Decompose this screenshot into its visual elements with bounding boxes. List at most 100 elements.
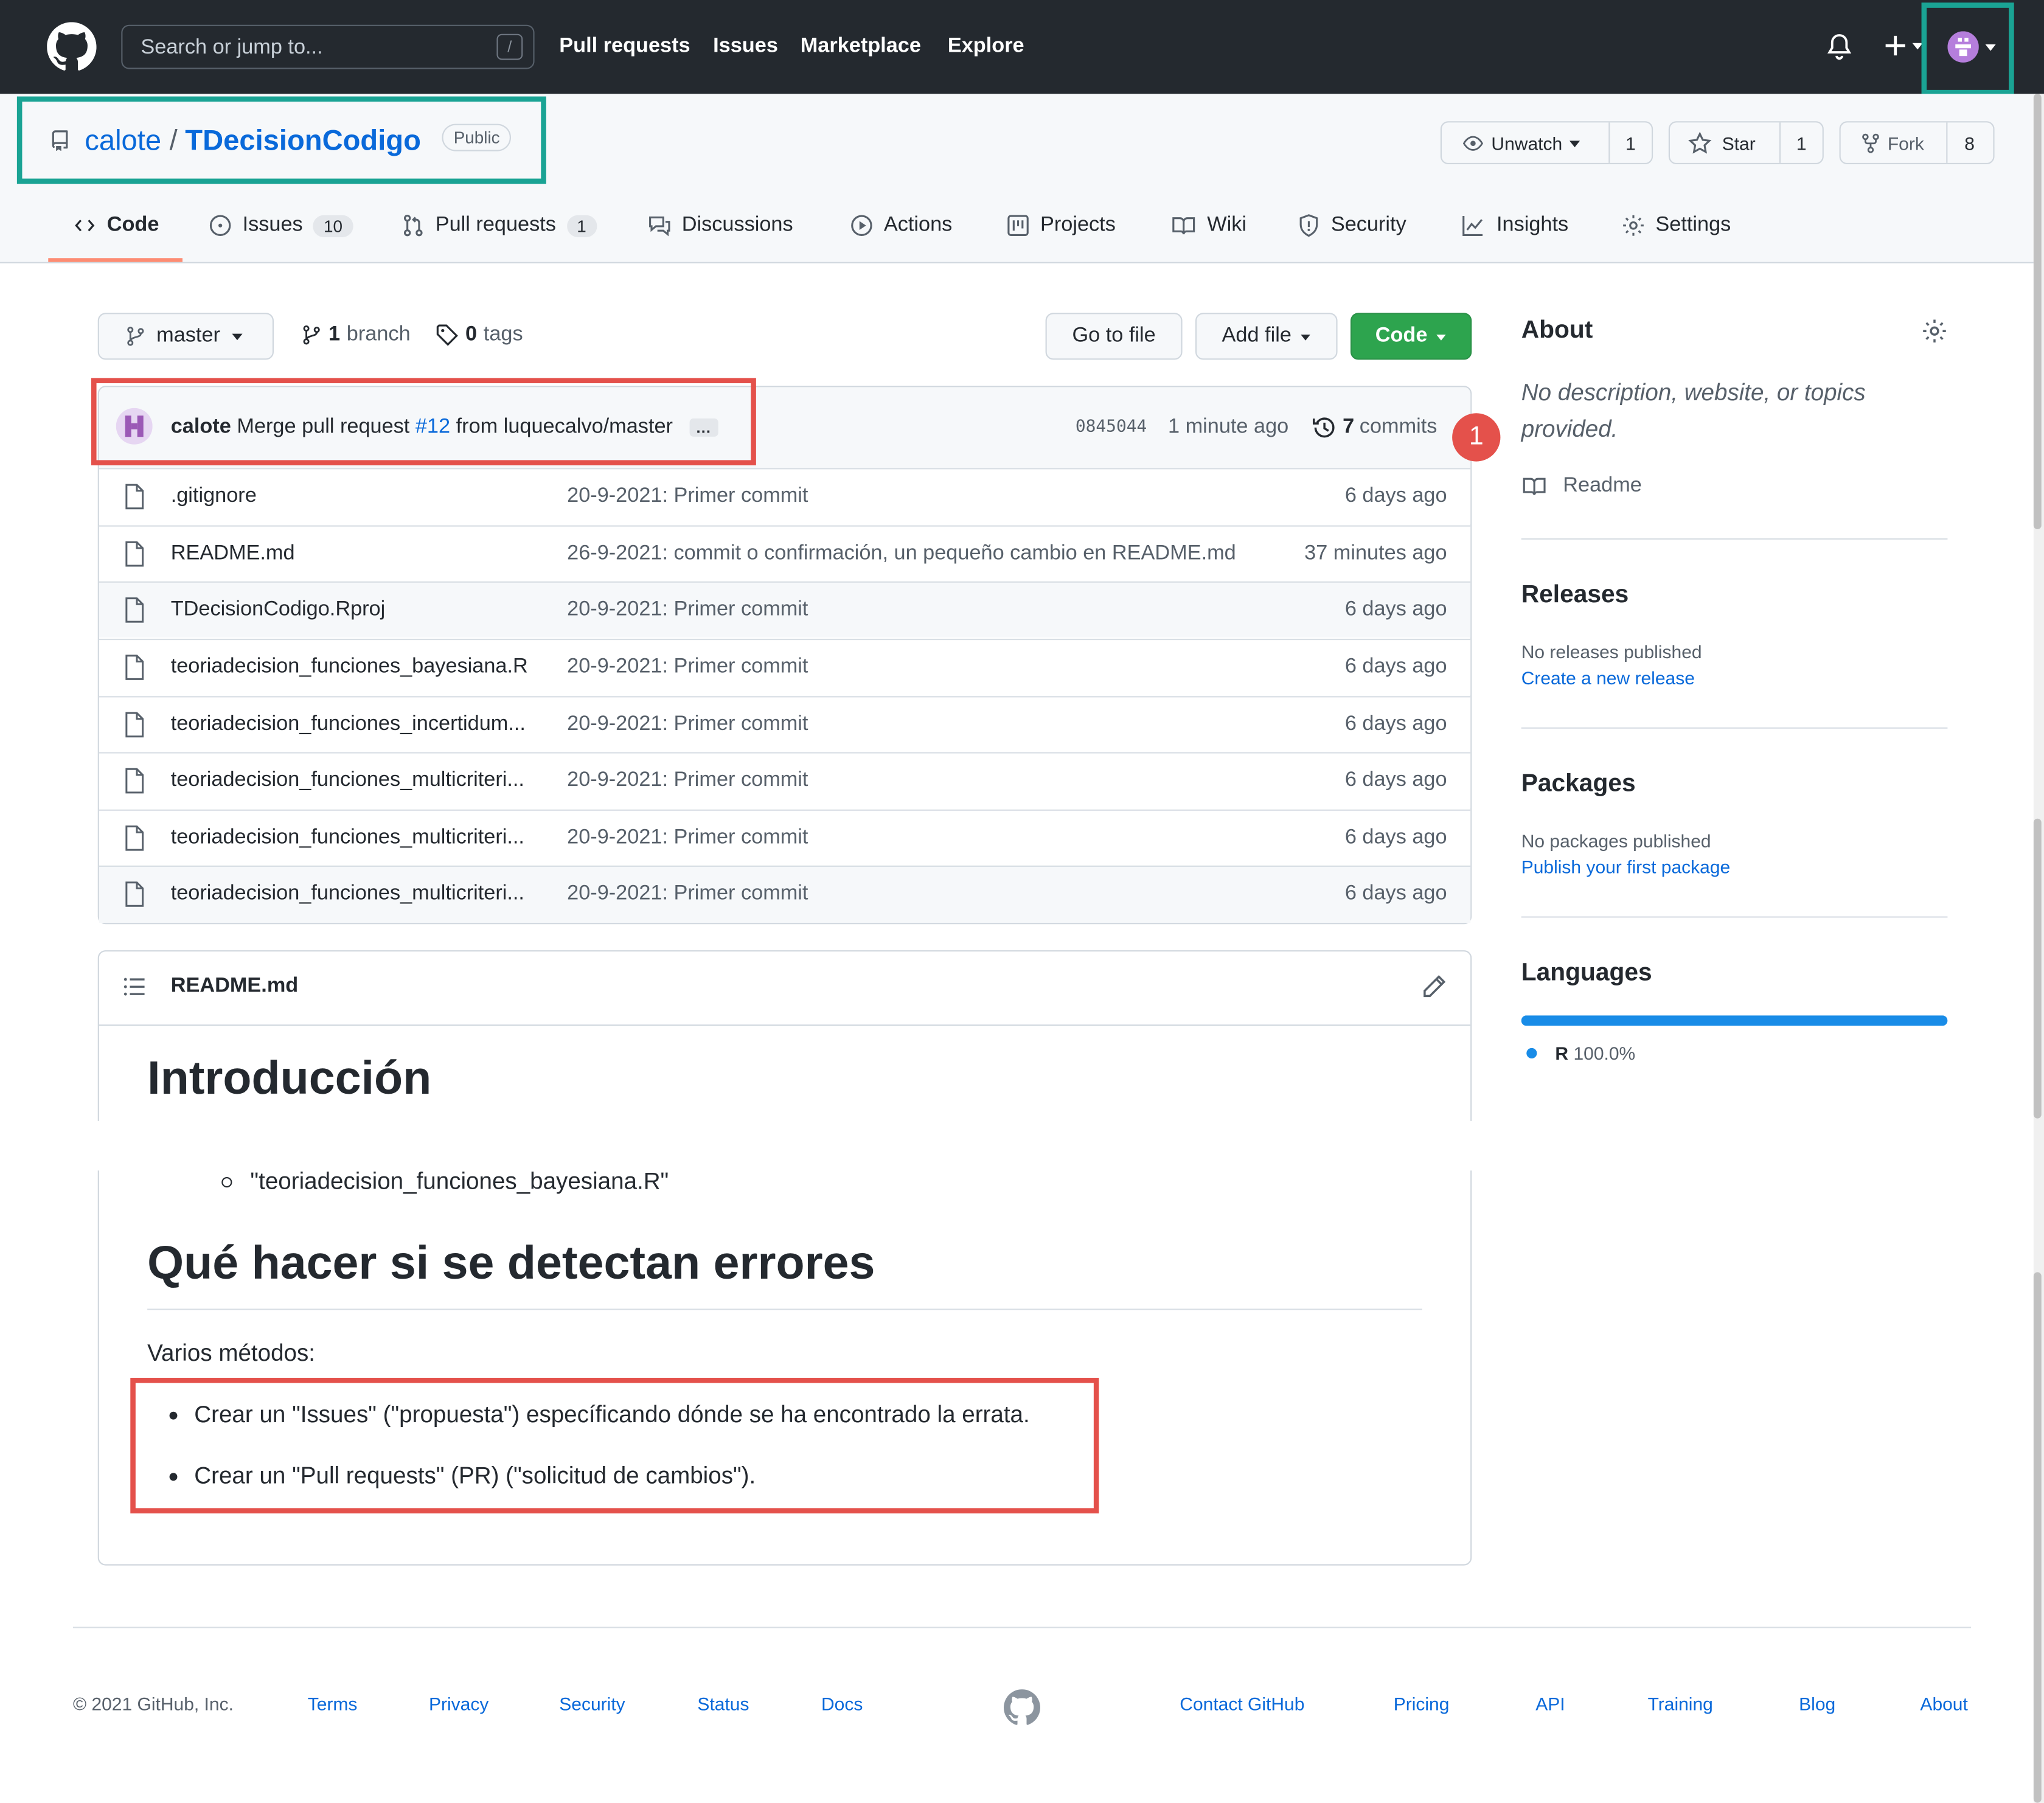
table-row[interactable]: README.md 26-9-2021: commit o confirmaci…	[99, 525, 1471, 582]
footer-link-training[interactable]: Training	[1648, 1694, 1713, 1714]
tab-label: Insights	[1496, 214, 1569, 236]
file-commit-message[interactable]: 26-9-2021: commit o confirmación, un peq…	[567, 542, 1236, 566]
footer-link-terms[interactable]: Terms	[308, 1694, 358, 1714]
footer-link-privacy[interactable]: Privacy	[429, 1694, 488, 1714]
footer-link-status[interactable]: Status	[697, 1694, 749, 1714]
file-name-link[interactable]: teoriadecision_funciones_bayesiana.R	[171, 656, 528, 679]
nav-pull-requests[interactable]: Pull requests	[559, 35, 690, 59]
footer-link-docs[interactable]: Docs	[821, 1694, 863, 1714]
tab-discussions[interactable]: Discussions	[648, 214, 793, 237]
file-commit-message[interactable]: 20-9-2021: Primer commit	[567, 656, 808, 679]
github-logo-icon[interactable]	[47, 22, 97, 71]
tab-security[interactable]: Security	[1297, 214, 1406, 237]
footer-link-blog[interactable]: Blog	[1799, 1694, 1835, 1714]
github-mark-icon[interactable]	[1004, 1689, 1040, 1726]
table-row[interactable]: teoriadecision_funciones_multicriteri...…	[99, 809, 1471, 866]
nav-issues[interactable]: Issues	[713, 35, 778, 59]
star-count[interactable]: 1	[1796, 133, 1807, 154]
branch-select[interactable]: master	[97, 313, 274, 360]
caret-down-icon	[232, 333, 243, 341]
file-name-link[interactable]: .gitignore	[171, 485, 257, 509]
footer-link-about[interactable]: About	[1920, 1694, 1967, 1714]
bullet-circle	[221, 1176, 232, 1187]
releases-title[interactable]: Releases	[1521, 582, 1629, 610]
table-row[interactable]: teoriadecision_funciones_incertidum... 2…	[99, 696, 1471, 752]
language-item-r[interactable]: R 100.0%	[1526, 1043, 1635, 1064]
tab-label: Discussions	[681, 214, 793, 236]
footer-copyright: © 2021 GitHub, Inc.	[73, 1693, 234, 1714]
plus-icon	[1885, 35, 1905, 56]
file-name-link[interactable]: teoriadecision_funciones_multicriteri...	[171, 769, 524, 793]
packages-title[interactable]: Packages	[1521, 770, 1636, 799]
footer-link-pricing[interactable]: Pricing	[1394, 1694, 1450, 1714]
tab-actions[interactable]: Actions	[850, 214, 952, 237]
fork-count[interactable]: 8	[1964, 133, 1975, 154]
file-commit-message[interactable]: 20-9-2021: Primer commit	[567, 599, 808, 622]
add-file-button[interactable]: Add file	[1195, 313, 1338, 360]
commit-sha[interactable]: 0845044	[1076, 417, 1147, 437]
file-name-link[interactable]: teoriadecision_funciones_multicriteri...	[171, 883, 524, 906]
scrollbar-thumb[interactable]	[2033, 94, 2042, 529]
tags-link[interactable]: 0 tags	[436, 323, 523, 347]
tab-projects[interactable]: Projects	[1006, 214, 1116, 237]
scrollbar-thumb[interactable]	[2033, 818, 2042, 1119]
file-commit-message[interactable]: 20-9-2021: Primer commit	[567, 769, 808, 793]
commits-history-link[interactable]: 7 commits	[1312, 414, 1437, 440]
commit-time: 1 minute ago	[1168, 415, 1289, 438]
tab-insights[interactable]: Insights	[1460, 214, 1568, 237]
tab-code[interactable]: Code	[73, 214, 159, 237]
file-name-link[interactable]: README.md	[171, 542, 295, 566]
file-age: 6 days ago	[1344, 598, 1447, 620]
table-row[interactable]: teoriadecision_funciones_multicriteri...…	[99, 865, 1471, 923]
readme-link[interactable]: Readme	[1521, 474, 1642, 498]
branches-link[interactable]: 1 branch	[301, 323, 411, 347]
file-name-link[interactable]: teoriadecision_funciones_incertidum...	[171, 713, 526, 737]
table-row[interactable]: .gitignore 20-9-2021: Primer commit 6 da…	[99, 468, 1471, 524]
go-to-file-button[interactable]: Go to file	[1045, 313, 1183, 360]
fork-button[interactable]: Fork	[1860, 133, 1924, 154]
file-commit-message[interactable]: 20-9-2021: Primer commit	[567, 883, 808, 906]
gear-icon[interactable]	[1922, 318, 1948, 344]
scrollbar-thumb[interactable]	[2033, 1272, 2042, 1803]
tab-pull-requests[interactable]: Pull requests 1	[401, 214, 597, 237]
list-unordered-icon[interactable]	[122, 975, 146, 999]
star-button[interactable]: Star	[1688, 131, 1756, 155]
footer-link-api[interactable]: API	[1535, 1694, 1565, 1714]
create-release-link[interactable]: Create a new release	[1521, 667, 1695, 688]
book-icon	[1172, 217, 1195, 235]
create-new-menu[interactable]	[1882, 33, 1924, 59]
readme-title[interactable]: README.md	[171, 975, 299, 999]
footer-link-security[interactable]: Security	[559, 1694, 625, 1714]
table-row[interactable]: teoriadecision_funciones_bayesiana.R 20-…	[99, 639, 1471, 695]
comment-discussion-icon	[649, 216, 670, 237]
file-age: 37 minutes ago	[1304, 542, 1447, 565]
unwatch-button[interactable]: Unwatch	[1461, 133, 1582, 154]
fork-label: Fork	[1887, 133, 1924, 154]
table-row[interactable]: teoriadecision_funciones_multicriteri...…	[99, 752, 1471, 808]
tab-settings[interactable]: Settings	[1622, 214, 1731, 237]
file-name-link[interactable]: teoriadecision_funciones_multicriteri...	[171, 827, 524, 850]
file-name-link[interactable]: TDecisionCodigo.Rproj	[171, 599, 386, 622]
heading-divider	[147, 1308, 1422, 1310]
tab-issues[interactable]: Issues 10	[209, 214, 353, 237]
table-row[interactable]: TDecisionCodigo.Rproj 20-9-2021: Primer …	[99, 581, 1471, 637]
search-input[interactable]: Search or jump to... /	[121, 24, 535, 69]
page-scrollbar[interactable]	[2033, 94, 2044, 1803]
tag-icon	[436, 324, 458, 346]
watch-count[interactable]: 1	[1625, 133, 1636, 154]
tab-label: Wiki	[1207, 214, 1247, 236]
nav-marketplace[interactable]: Marketplace	[801, 35, 921, 59]
file-commit-message[interactable]: 20-9-2021: Primer commit	[567, 485, 808, 509]
file-commit-message[interactable]: 20-9-2021: Primer commit	[567, 827, 808, 850]
bell-icon[interactable]	[1825, 33, 1854, 61]
nav-explore[interactable]: Explore	[948, 35, 1024, 59]
tab-wiki[interactable]: Wiki	[1170, 214, 1246, 237]
commits-word: commits	[1359, 415, 1437, 438]
footer-link-contact[interactable]: Contact GitHub	[1180, 1694, 1304, 1714]
file-commit-message[interactable]: 20-9-2021: Primer commit	[567, 713, 808, 737]
play-icon	[851, 215, 872, 236]
publish-package-link[interactable]: Publish your first package	[1521, 856, 1731, 877]
code-button[interactable]: Code	[1350, 313, 1472, 360]
pencil-icon[interactable]	[1421, 974, 1447, 1000]
divider	[1521, 727, 1948, 729]
